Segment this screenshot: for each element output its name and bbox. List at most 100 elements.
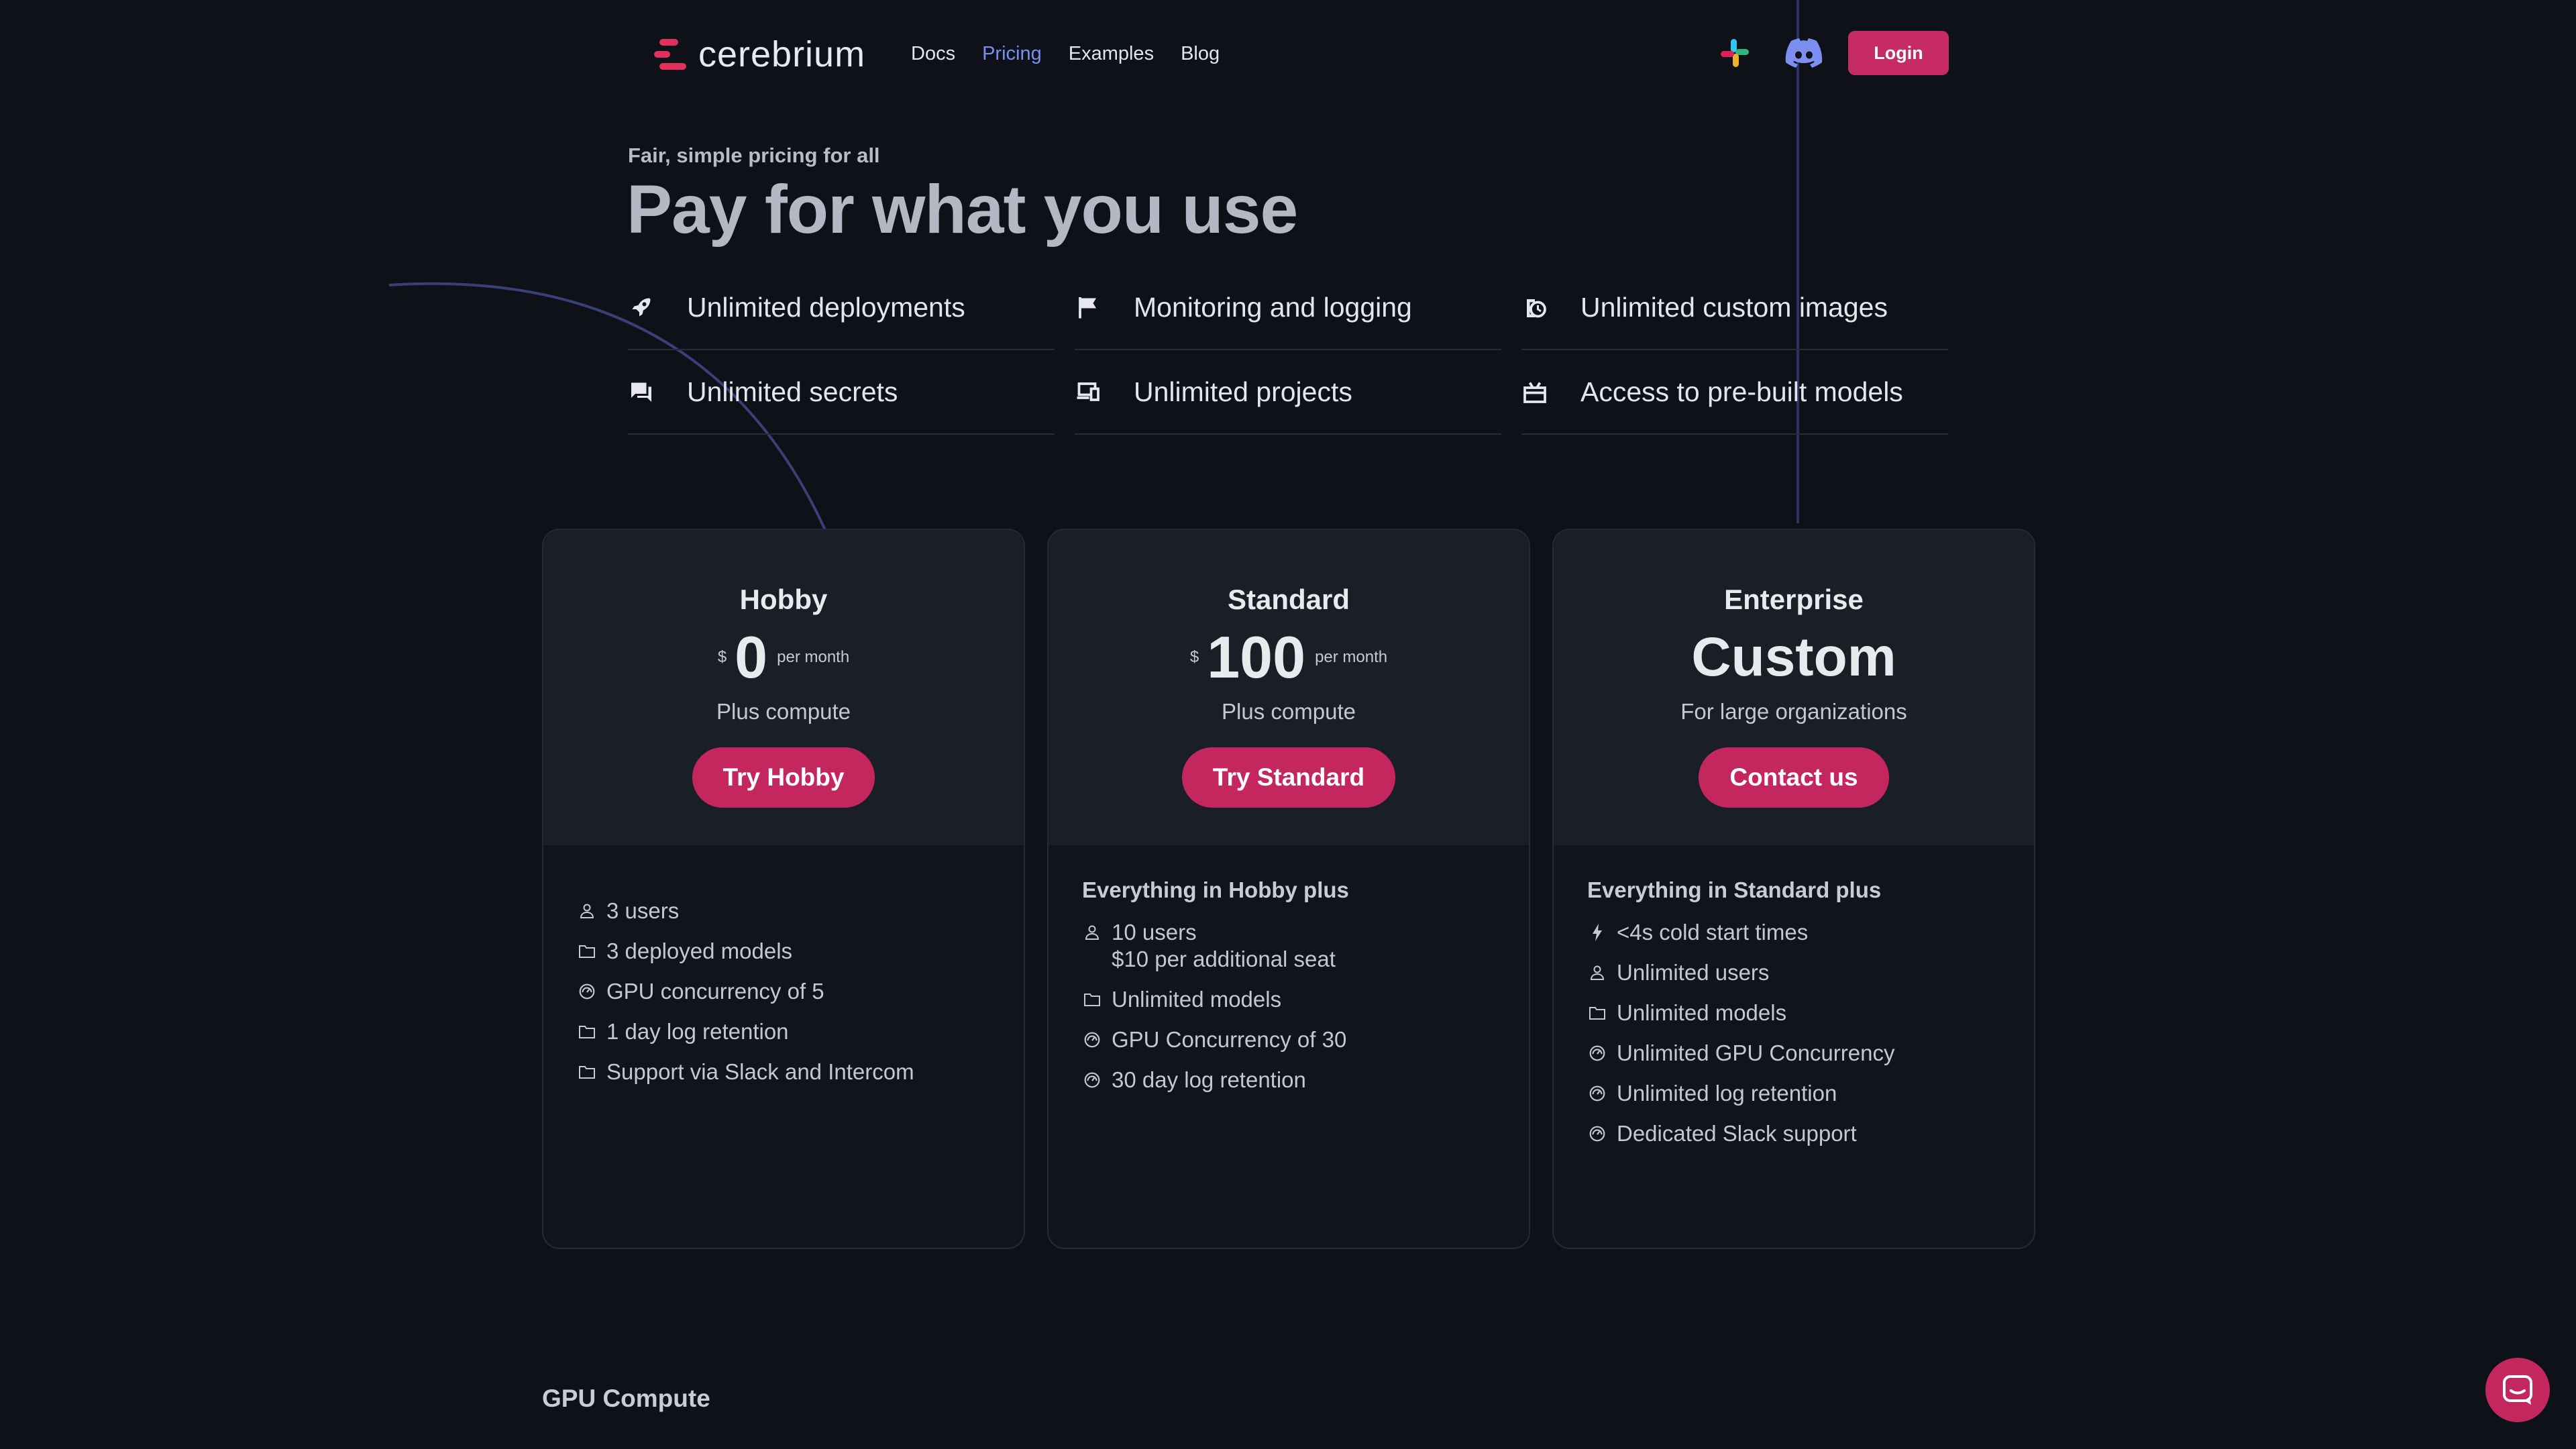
plan-feature-line: Dedicated Slack support <box>1617 1121 1857 1146</box>
plan-feature-text: Unlimited log retention <box>1617 1080 1837 1107</box>
login-button[interactable]: Login <box>1848 31 1949 75</box>
plan-feature-line: 30 day log retention <box>1112 1067 1306 1092</box>
plan-feature-text: GPU concurrency of 5 <box>606 978 824 1005</box>
plan-price: Custom <box>1691 627 1896 688</box>
feature-label: Unlimited custom images <box>1580 291 1888 323</box>
plan-feature-item: Unlimited models <box>1082 986 1495 1013</box>
plan-feature-line: Support via Slack and Intercom <box>606 1059 914 1084</box>
plan-feature-item: 3 users <box>577 898 990 924</box>
chat-icon <box>628 378 655 405</box>
folder-icon <box>577 938 597 965</box>
gauge-icon <box>1082 1026 1102 1053</box>
plan-feature-item: Dedicated Slack support <box>1587 1120 2000 1147</box>
gauge-icon <box>1587 1120 1607 1147</box>
chat-bubble-icon <box>2503 1375 2532 1405</box>
plan-features: 3 users 3 deployed models GPU concurrency … <box>543 845 1024 1085</box>
gauge-icon <box>1082 1067 1102 1093</box>
feature-item: Access to pre-built models <box>1521 350 1948 435</box>
plan-feature-item: Unlimited GPU Concurrency <box>1587 1040 2000 1067</box>
plan-price: $0 per month <box>543 624 1024 690</box>
plan-feature-line: GPU Concurrency of 30 <box>1112 1027 1347 1052</box>
plan-header: Standard $100 per month Plus compute Try Sta… <box>1049 530 1529 845</box>
plan-subtitle: Plus compute <box>1222 699 1356 724</box>
plan-feature-item: 1 day log retention <box>577 1018 990 1045</box>
brand-logo[interactable]: cerebrium <box>654 34 866 74</box>
plan-name: Enterprise <box>1724 584 1864 615</box>
nav-link-pricing[interactable]: Pricing <box>982 43 1042 65</box>
gauge-icon <box>577 978 597 1005</box>
plan-feature-text: GPU Concurrency of 30 <box>1112 1026 1346 1053</box>
brand-name: cerebrium <box>698 34 866 74</box>
gauge-icon <box>1587 1080 1607 1107</box>
plan-price: $100 per month <box>1049 624 1529 690</box>
devices-icon <box>1075 378 1102 405</box>
rocket-icon <box>628 294 655 321</box>
plan-feature-item: GPU concurrency of 5 <box>577 978 990 1005</box>
plan-feature-item: 30 day log retention <box>1082 1067 1495 1093</box>
plan-feature-line: $10 per additional seat <box>1112 947 1336 971</box>
feature-grid: Unlimited deployments Monitoring and logg… <box>628 266 1948 435</box>
clock-icon <box>1521 294 1548 321</box>
plan-feature-text: <4s cold start times <box>1617 919 1808 946</box>
bolt-icon <box>1587 919 1607 946</box>
plan-feature-text: 30 day log retention <box>1112 1067 1306 1093</box>
nav-links: Docs Pricing Examples Blog <box>911 43 1220 65</box>
plan-feature-item: Unlimited users <box>1587 959 2000 986</box>
slack-icon[interactable] <box>1719 38 1750 68</box>
feature-label: Access to pre-built models <box>1580 376 1903 407</box>
plan-feature-line: 3 deployed models <box>606 938 793 963</box>
plan-feature-item: Unlimited log retention <box>1587 1080 2000 1107</box>
price-period: per month <box>1315 648 1388 666</box>
nav-link-docs[interactable]: Docs <box>911 43 955 65</box>
chat-launcher-button[interactable] <box>2485 1358 2550 1422</box>
feature-label: Unlimited projects <box>1134 376 1352 407</box>
plan-includes-label: Everything in Hobby plus <box>1082 877 1349 902</box>
plan-feature-line: Unlimited models <box>1112 987 1282 1012</box>
plan-feature-item: 3 deployed models <box>577 938 990 965</box>
plan-cta-button-enterprise[interactable]: Contact us <box>1699 747 1889 808</box>
plan-includes-label: Everything in Standard plus <box>1587 877 1882 902</box>
plan-subtitle: Plus compute <box>716 699 851 724</box>
feature-item: Unlimited projects <box>1075 350 1501 435</box>
plan-feature-line: Unlimited log retention <box>1617 1081 1837 1106</box>
plan-feature-line: 3 users <box>606 898 680 923</box>
plan-feature-text: Unlimited models <box>1617 1000 1786 1026</box>
page-title: Pay for what you use <box>627 171 1298 248</box>
price-currency: $ <box>717 648 727 666</box>
plan-feature-item: Support via Slack and Intercom <box>577 1059 990 1085</box>
plan-feature-text: Dedicated Slack support <box>1617 1120 1857 1147</box>
plan-cta-button-standard[interactable]: Try Standard <box>1181 747 1396 808</box>
plan-feature-line: Unlimited GPU Concurrency <box>1617 1040 1895 1065</box>
plan-header: Enterprise Custom For large organizations C… <box>1554 530 2034 845</box>
pricing-cards: Hobby $0 per month Plus compute Try Hobby 3 u… <box>542 529 2035 1249</box>
feature-item: Unlimited deployments <box>628 266 1055 350</box>
plan-feature-line: <4s cold start times <box>1617 920 1809 945</box>
plan-subtitle: For large organizations <box>1680 699 1907 724</box>
plan-feature-line: Unlimited users <box>1617 960 1770 985</box>
plan-feature-text: 10 users $10 per additional seat <box>1112 919 1336 973</box>
plan-features: Everything in Standard plus <4s cold star… <box>1554 845 2034 1147</box>
package-icon <box>1521 378 1548 405</box>
nav-link-examples[interactable]: Examples <box>1069 43 1154 65</box>
plan-feature-text: Unlimited models <box>1112 986 1281 1013</box>
plan-feature-item: 10 users $10 per additional seat <box>1082 919 1495 973</box>
plan-feature-text: Unlimited GPU Concurrency <box>1617 1040 1894 1067</box>
plan-feature-text: 3 users <box>606 898 679 924</box>
feature-item: Unlimited custom images <box>1521 266 1948 350</box>
logo-mark-icon <box>654 35 686 74</box>
plan-feature-line: Unlimited models <box>1617 1000 1787 1025</box>
plan-feature-item: GPU Concurrency of 30 <box>1082 1026 1495 1053</box>
folder-icon <box>577 1059 597 1085</box>
nav-link-blog[interactable]: Blog <box>1181 43 1220 65</box>
gauge-icon <box>1587 1040 1607 1067</box>
feature-label: Unlimited secrets <box>687 376 898 407</box>
feature-item: Unlimited secrets <box>628 350 1055 435</box>
folder-icon <box>1082 986 1102 1013</box>
discord-icon[interactable] <box>1785 38 1823 68</box>
plan-header: Hobby $0 per month Plus compute Try Hobby <box>543 530 1024 845</box>
plan-cta-button-hobby[interactable]: Try Hobby <box>692 747 875 808</box>
flag-icon <box>1075 294 1102 321</box>
plan-name: Standard <box>1227 584 1350 615</box>
feature-label: Monitoring and logging <box>1134 291 1412 323</box>
plan-feature-line: 1 day log retention <box>606 1019 789 1044</box>
